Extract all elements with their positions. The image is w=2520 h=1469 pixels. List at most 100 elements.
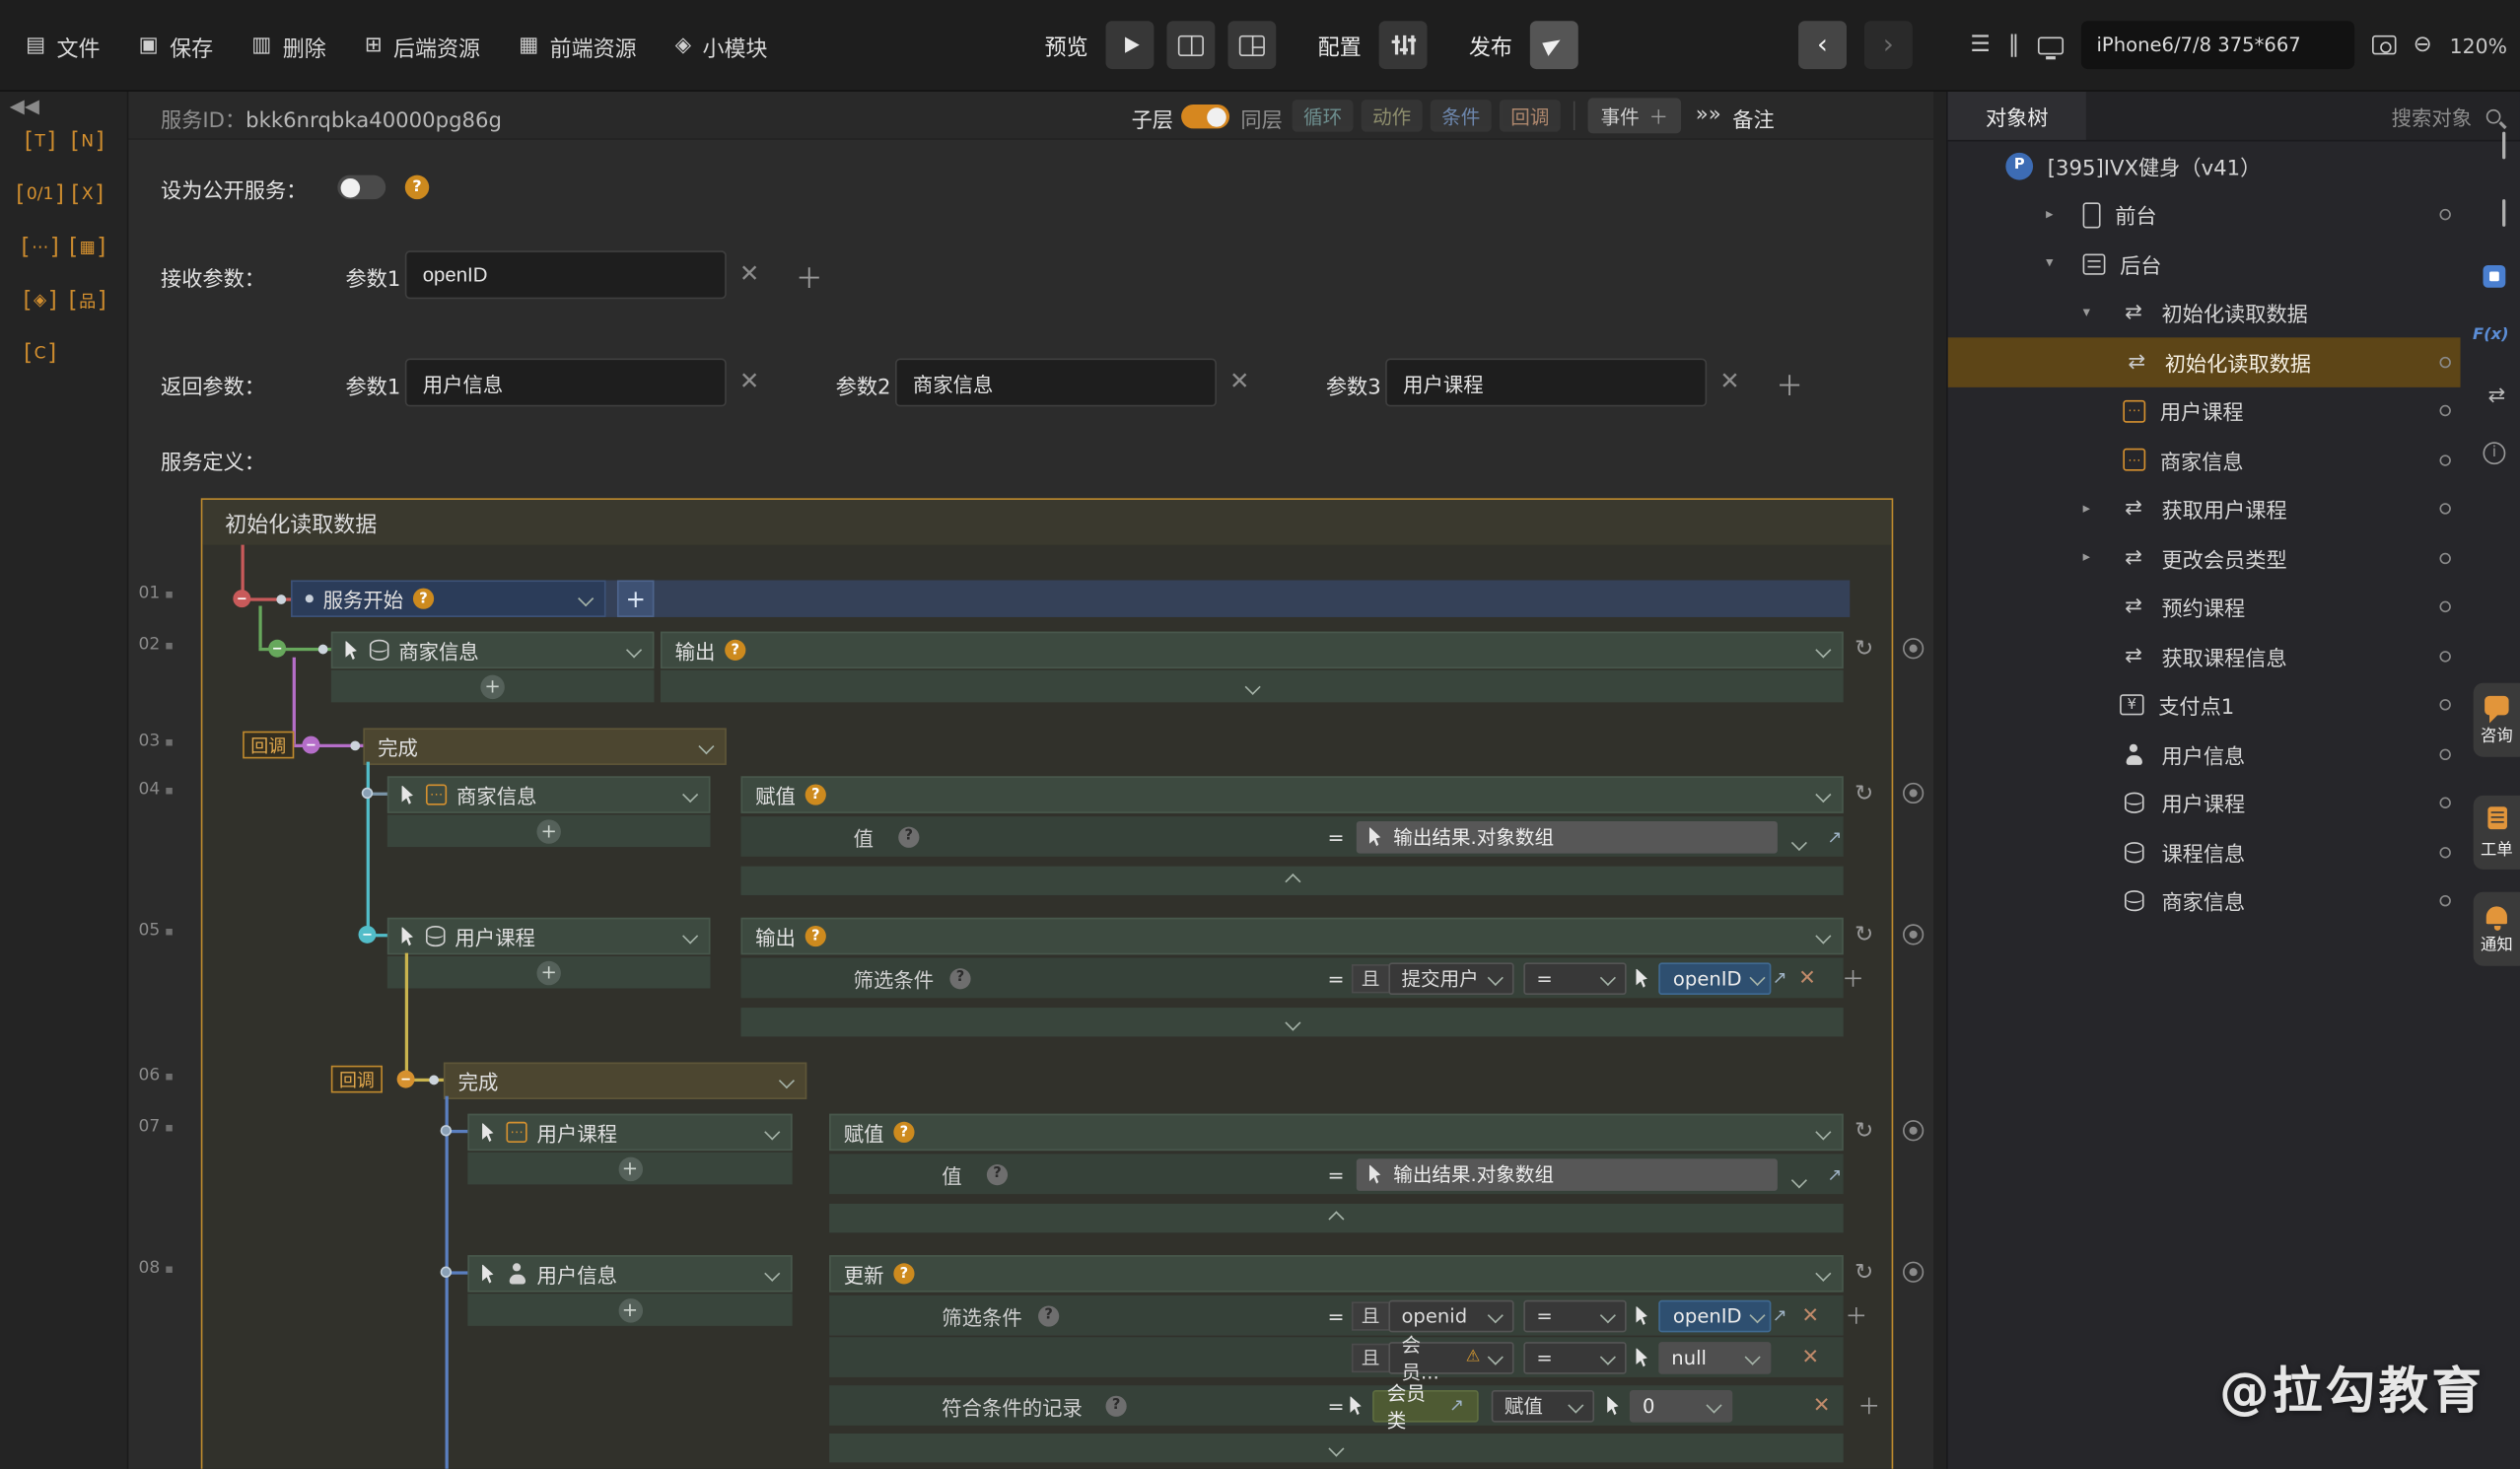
tree-item[interactable]: 用户信息 [1948, 730, 2461, 779]
target-block[interactable]: ⋯ 商家信息 [387, 776, 711, 812]
visibility-dot[interactable] [2439, 455, 2450, 465]
and-chip[interactable]: 且 [1352, 1343, 1389, 1371]
expand-icon[interactable]: ↗ [1827, 826, 1842, 847]
chevron-down-icon[interactable] [1285, 1014, 1300, 1030]
chevron-right-icon[interactable]: ▸ [2046, 207, 2082, 223]
boolean-component-icon[interactable]: [0/1] [16, 180, 64, 209]
callback-mode-button[interactable]: 回调 [1500, 100, 1561, 132]
refresh-icon[interactable]: ↻ [1855, 1119, 1873, 1145]
tree-item[interactable]: P[395]IVX健身（v41） [1948, 141, 2461, 190]
help-icon[interactable]: ? [805, 926, 826, 946]
assign-select[interactable]: 赋值 [1492, 1389, 1594, 1422]
tree-item[interactable]: ▾⇄初始化读取数据 [1948, 289, 2461, 338]
return-param2-input[interactable] [895, 359, 1217, 407]
callback-done-block[interactable]: 完成 [444, 1062, 806, 1098]
flow-node-remove[interactable] [268, 640, 286, 658]
anchor-target-icon[interactable] [1903, 1262, 1924, 1283]
refresh-icon[interactable]: ↻ [1855, 781, 1873, 806]
preview-layout-button[interactable] [1227, 21, 1276, 69]
visibility-dot[interactable] [2439, 895, 2450, 906]
remove-icon[interactable]: ✕ [1801, 1303, 1819, 1327]
action-block[interactable]: 更新 ? [829, 1255, 1844, 1292]
function-panel-icon[interactable]: F(x) [2473, 326, 2509, 344]
chevron-down-icon[interactable] [1815, 642, 1831, 658]
zoom-out-icon[interactable]: ⊖ [2414, 33, 2432, 58]
add-icon[interactable]: ＋ [1857, 1389, 1880, 1422]
target-block[interactable]: 商家信息 [331, 632, 655, 668]
help-icon[interactable]: ? [1038, 1305, 1059, 1326]
tab-object-tree[interactable]: 对象树 [1948, 92, 2086, 140]
tree-item[interactable]: ⇄初始化读取数据 [1948, 337, 2461, 386]
value-chip[interactable]: null [1658, 1341, 1771, 1373]
add-param-icon[interactable]: ＋ [1776, 363, 1803, 403]
help-icon[interactable]: ? [725, 640, 745, 661]
chevron-down-icon[interactable] [1815, 787, 1831, 803]
service-start-block[interactable]: 服务开始 ? [291, 580, 605, 616]
copy-icon[interactable] [2502, 201, 2505, 225]
add-icon[interactable]: + [618, 1156, 642, 1180]
screenshot-icon[interactable] [2371, 35, 2395, 55]
array-component-icon[interactable]: [⋯] [16, 233, 64, 261]
tree-item[interactable]: 商家信息 [1948, 876, 2461, 926]
chevron-down-icon[interactable] [1815, 928, 1831, 944]
tree-item[interactable]: ⇄预约课程 [1948, 583, 2461, 632]
chevron-right-icon[interactable]: ▸ [2083, 501, 2120, 517]
list-view-icon[interactable]: ☰ [1970, 33, 1990, 58]
chevron-down-icon[interactable] [682, 928, 698, 944]
file-menu-button[interactable]: ▤文件 [26, 30, 100, 62]
return-param3-input[interactable] [1385, 359, 1707, 407]
field-select[interactable]: 会员...⚠ [1388, 1341, 1513, 1373]
operator-select[interactable]: = [1523, 1299, 1626, 1332]
zoom-level[interactable]: 120% [2450, 33, 2507, 56]
expand-icon[interactable]: ↗ [1449, 1395, 1464, 1416]
chevron-down-icon[interactable] [1244, 678, 1260, 694]
object-array-component-icon[interactable]: [▦] [64, 233, 111, 261]
device-selector[interactable]: iPhone6/7/8 375*667 [2080, 21, 2353, 69]
group-component-icon[interactable]: [品] [64, 286, 111, 315]
expand-icon[interactable]: ↗ [1773, 1305, 1787, 1326]
chevron-down-icon[interactable] [682, 787, 698, 803]
visibility-dot[interactable] [2439, 700, 2450, 711]
field-select[interactable]: openid [1388, 1299, 1513, 1332]
chevron-down-icon[interactable] [1749, 1307, 1765, 1323]
operator-select[interactable]: = [1523, 1341, 1626, 1373]
collapse-strip[interactable] [740, 1008, 1843, 1036]
chevron-down-icon[interactable]: ▾ [2046, 256, 2082, 272]
value-chip[interactable]: 输出结果.对象数组 [1357, 820, 1778, 853]
action-mode-button[interactable]: 动作 [1362, 100, 1423, 132]
chevron-down-icon[interactable] [779, 1073, 795, 1088]
help-icon[interactable]: ? [987, 1163, 1008, 1184]
block-expand-strip[interactable] [661, 670, 1844, 703]
remove-param-icon[interactable]: ✕ [1229, 367, 1250, 395]
chevron-down-icon[interactable] [578, 591, 594, 606]
add-icon[interactable]: + [536, 819, 560, 843]
tree-item[interactable]: ▾后台 [1948, 240, 2461, 289]
flow-node-remove[interactable] [397, 1071, 415, 1088]
block-expand-strip[interactable]: + [331, 670, 655, 703]
help-icon[interactable]: ? [405, 175, 429, 199]
chevron-down-icon[interactable] [1791, 834, 1807, 850]
block-expand-strip[interactable]: + [467, 1294, 792, 1326]
visibility-dot[interactable] [2439, 798, 2450, 808]
variable-component-icon[interactable]: [X] [64, 180, 111, 209]
panel-toggle-icon[interactable] [2502, 133, 2505, 157]
loop-mode-button[interactable]: 循环 [1293, 100, 1354, 132]
chevron-down-icon[interactable] [1791, 1171, 1807, 1187]
field-select[interactable]: 提交用户 [1388, 962, 1513, 995]
chevron-down-icon[interactable] [764, 1124, 780, 1140]
add-icon[interactable]: + [536, 960, 560, 984]
action-block[interactable]: 赋值 ? [829, 1114, 1844, 1151]
flow-node-remove[interactable] [302, 736, 319, 754]
tree-item[interactable]: 用户课程 [1948, 779, 2461, 828]
save-button[interactable]: ▣保存 [139, 30, 213, 62]
chevron-up-icon[interactable] [1285, 873, 1300, 888]
flow-node-remove[interactable] [233, 590, 250, 607]
operator-select[interactable]: = [1523, 962, 1626, 995]
refresh-icon[interactable]: ↻ [1855, 923, 1873, 948]
tree-item[interactable]: ⋯用户课程 [1948, 386, 2461, 436]
collapse-strip[interactable] [829, 1434, 1844, 1462]
visibility-dot[interactable] [2439, 504, 2450, 515]
target-block[interactable]: 用户课程 [387, 918, 711, 954]
help-icon[interactable]: ? [949, 967, 970, 988]
help-icon[interactable]: ? [413, 589, 434, 609]
